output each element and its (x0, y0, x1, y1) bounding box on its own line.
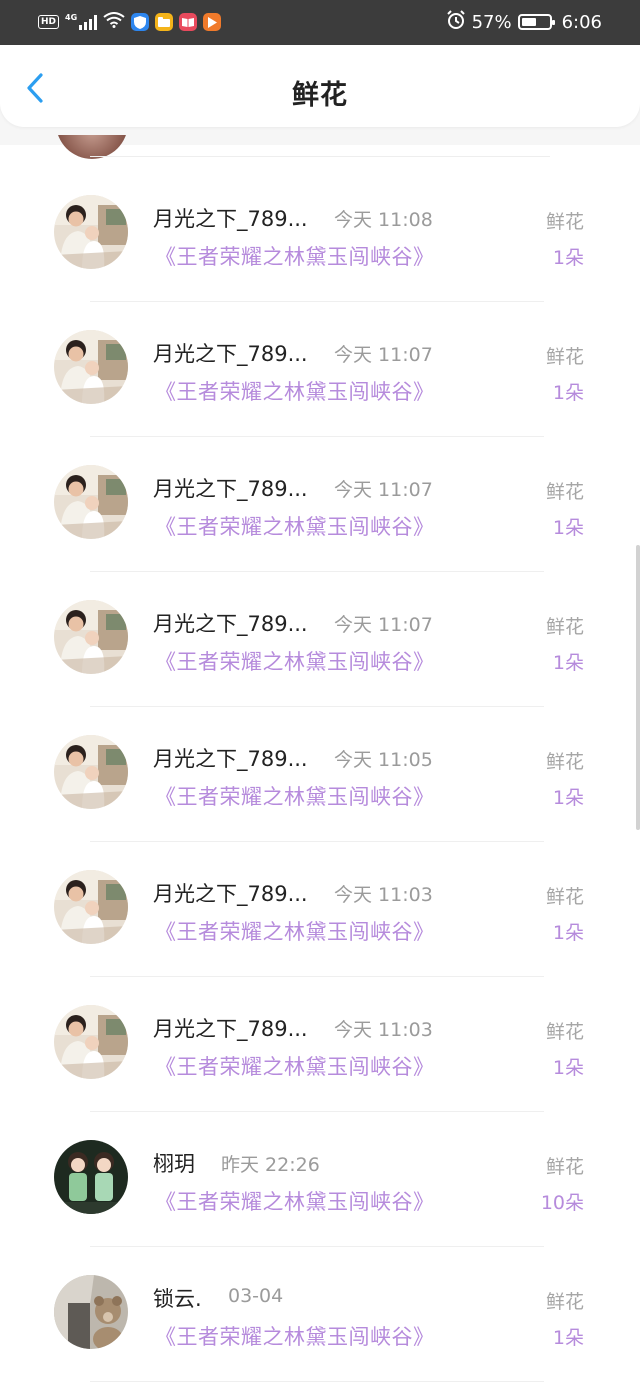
divider (90, 1381, 544, 1382)
header-wrap: 鲜花 (0, 45, 640, 145)
send-time: 今天 11:03 (334, 884, 433, 906)
avatar[interactable] (54, 1275, 128, 1349)
list-item[interactable]: 月光之下_789... 今天 11:07 《王者荣耀之林黛玉闯峡谷》 鲜花 1朵 (0, 437, 640, 572)
work-title-link[interactable]: 《王者荣耀之林黛玉闯峡谷》 (155, 1186, 435, 1216)
work-title-link[interactable]: 《王者荣耀之林黛玉闯峡谷》 (155, 241, 435, 271)
send-time: 今天 11:07 (334, 614, 433, 636)
sender-name: 月光之下_789... (153, 882, 308, 906)
work-title-link[interactable]: 《王者荣耀之林黛玉闯峡谷》 (155, 511, 435, 541)
list-item[interactable]: 月光之下_789... 今天 11:07 《王者荣耀之林黛玉闯峡谷》 鲜花 1朵 (0, 572, 640, 707)
status-bar: HD 4G 57% 6:06 (0, 0, 640, 45)
gift-count: 1朵 (552, 247, 584, 269)
gift-count: 1朵 (552, 382, 584, 404)
list-item[interactable]: 月光之下_789... 今天 11:03 《王者荣耀之林黛玉闯峡谷》 鲜花 1朵 (0, 977, 640, 1112)
work-title-link[interactable]: 《王者荣耀之林黛玉闯峡谷》 (155, 646, 435, 676)
header: 鲜花 (0, 45, 640, 127)
work-title-link[interactable]: 《王者荣耀之林黛玉闯峡谷》 (155, 916, 435, 946)
list-item[interactable]: 月光之下_789... 今天 11:07 《王者荣耀之林黛玉闯峡谷》 鲜花 1朵 (0, 302, 640, 437)
gift-count: 1朵 (552, 787, 584, 809)
avatar[interactable] (54, 1140, 128, 1214)
avatar[interactable] (54, 600, 128, 674)
battery-level (521, 18, 537, 26)
status-left: HD 4G (38, 10, 222, 34)
gift-type: 鲜花 (545, 1021, 584, 1043)
work-title-link[interactable]: 《王者荣耀之林黛玉闯峡谷》 (155, 376, 435, 406)
shield-app-icon (131, 13, 150, 31)
list-item[interactable]: 锁云. 03-04 《王者荣耀之林黛玉闯峡谷》 鲜花 1朵 (0, 1247, 640, 1382)
hd-badge: HD (38, 15, 60, 29)
gift-type: 鲜花 (545, 211, 584, 233)
gift-count: 1朵 (552, 1057, 584, 1079)
list-item[interactable]: 月光之下_789... 今天 11:05 《王者荣耀之林黛玉闯峡谷》 鲜花 1朵 (0, 707, 640, 842)
clock: 6:06 (561, 11, 602, 33)
gift-count: 1朵 (552, 652, 584, 674)
gift-type: 鲜花 (545, 616, 584, 638)
partial-list-item (0, 135, 640, 167)
work-title-link[interactable]: 《王者荣耀之林黛玉闯峡谷》 (155, 1321, 435, 1351)
gift-type: 鲜花 (545, 346, 584, 368)
send-time: 今天 11:05 (334, 749, 433, 771)
status-right: 57% 6:06 (446, 9, 602, 35)
list-item[interactable]: 月光之下_789... 今天 11:08 《王者荣耀之林黛玉闯峡谷》 鲜花 1朵 (0, 167, 640, 302)
sender-name: 月光之下_789... (153, 477, 308, 501)
battery-icon (517, 14, 555, 30)
avatar[interactable] (54, 735, 128, 809)
send-time: 昨天 22:26 (221, 1154, 320, 1176)
sender-name: 栩玥 (153, 1152, 195, 1176)
gift-count: 1朵 (552, 1327, 584, 1349)
avatar[interactable] (54, 870, 128, 944)
page-title: 鲜花 (292, 80, 348, 111)
work-title-link[interactable]: 《王者荣耀之林黛玉闯峡谷》 (155, 781, 435, 811)
signal-icon (79, 14, 98, 30)
gift-count: 1朵 (552, 517, 584, 539)
scrollbar[interactable] (636, 545, 640, 830)
list-item[interactable]: 月光之下_789... 今天 11:03 《王者荣耀之林黛玉闯峡谷》 鲜花 1朵 (0, 842, 640, 977)
sender-name: 月光之下_789... (153, 207, 308, 231)
work-title-link[interactable]: 《王者荣耀之林黛玉闯峡谷》 (155, 1051, 435, 1081)
send-time: 今天 11:07 (334, 479, 433, 501)
sender-name: 月光之下_789... (153, 612, 308, 636)
folder-app-icon (155, 13, 174, 31)
sender-name: 月光之下_789... (153, 342, 308, 366)
sender-name: 月光之下_789... (153, 747, 308, 771)
avatar[interactable] (54, 330, 128, 404)
book-app-icon (179, 13, 198, 31)
sender-name: 锁云. (153, 1287, 202, 1311)
send-time: 今天 11:03 (334, 1019, 433, 1041)
gift-type: 鲜花 (545, 751, 584, 773)
send-time: 今天 11:08 (334, 209, 433, 231)
sender-name: 月光之下_789... (153, 1017, 308, 1041)
gift-type: 鲜花 (545, 1291, 584, 1313)
gift-type: 鲜花 (545, 886, 584, 908)
gift-count: 1朵 (552, 922, 584, 944)
send-time: 今天 11:07 (334, 344, 433, 366)
gift-type: 鲜花 (545, 481, 584, 503)
wifi-icon (103, 12, 125, 32)
send-time: 03-04 (228, 1285, 284, 1307)
avatar[interactable] (54, 195, 128, 269)
avatar[interactable] (54, 1005, 128, 1079)
list-item[interactable]: 栩玥 昨天 22:26 《王者荣耀之林黛玉闯峡谷》 鲜花 10朵 (0, 1112, 640, 1247)
divider (90, 156, 550, 157)
network-type: 4G (65, 12, 78, 22)
gift-count: 10朵 (540, 1192, 584, 1214)
alarm-icon (446, 9, 466, 35)
gift-type: 鲜花 (545, 1156, 584, 1178)
battery-percent: 57% (471, 11, 512, 33)
video-app-icon (203, 13, 222, 31)
avatar[interactable] (54, 465, 128, 539)
